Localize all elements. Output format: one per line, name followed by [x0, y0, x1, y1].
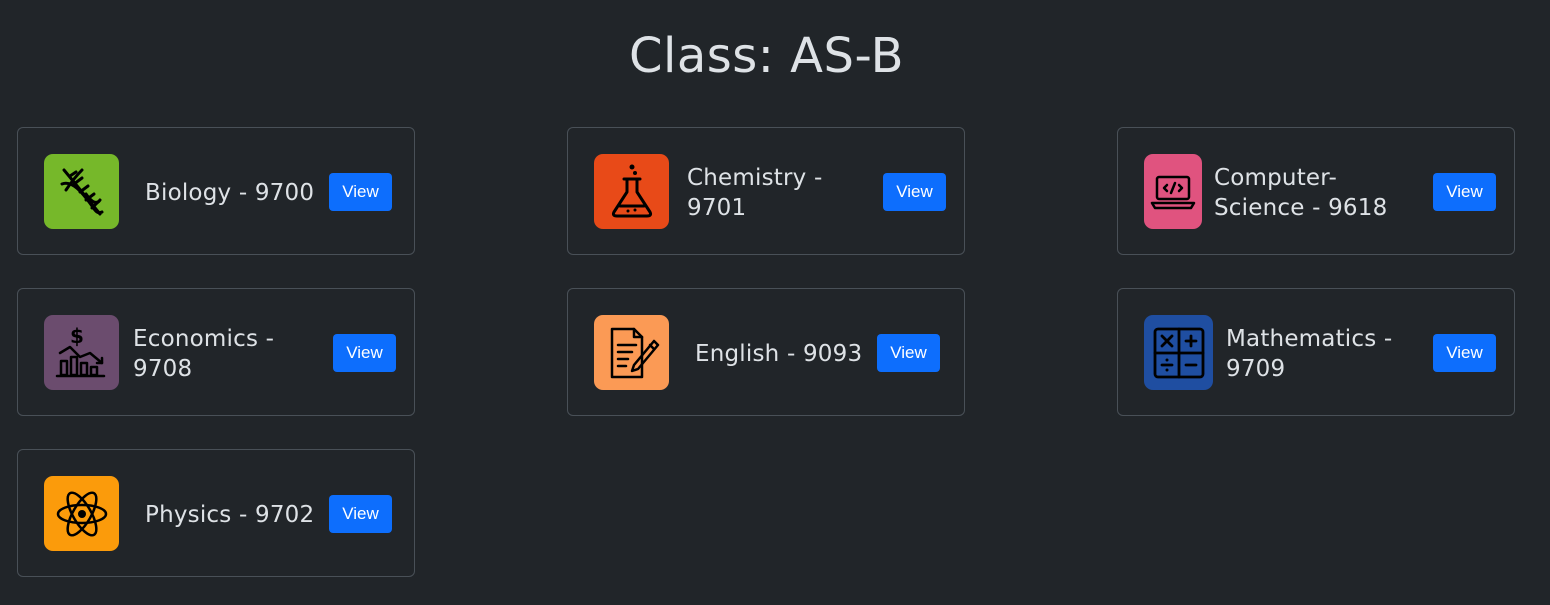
- subject-name: Economics - 9708: [133, 326, 275, 382]
- chemistry-icon-box: [594, 154, 669, 229]
- view-button-biology[interactable]: View: [329, 173, 392, 211]
- atom-icon: [56, 490, 107, 537]
- view-button-english[interactable]: View: [877, 334, 940, 372]
- subject-card-computer-science: Computer-Science - 9618 View: [1117, 127, 1515, 255]
- subject-name: Biology - 9700: [145, 180, 315, 206]
- view-button-physics[interactable]: View: [329, 495, 392, 533]
- physics-icon-box: [44, 476, 119, 551]
- biology-icon-box: [44, 154, 119, 229]
- dna-icon: [60, 168, 103, 215]
- subject-card-english: English - 9093 View: [567, 288, 965, 416]
- page-title: Class: AS-B: [628, 28, 905, 84]
- subject-name: Physics - 9702: [145, 502, 315, 528]
- subject-name: English - 9093: [695, 341, 863, 367]
- subject-name: Computer-Science - 9618: [1214, 165, 1388, 221]
- mathematics-icon-box: [1144, 315, 1213, 390]
- economics-icon-box: $: [44, 315, 119, 390]
- subject-card-physics: Physics - 9702 View: [17, 449, 415, 577]
- view-button-mathematics[interactable]: View: [1433, 334, 1496, 372]
- calculator-icon: [1153, 327, 1204, 378]
- subject-card-chemistry: Chemistry - 9701 View: [567, 127, 965, 255]
- flask-icon: [611, 164, 652, 217]
- economics-chart-icon: $: [55, 324, 105, 377]
- computer-science-icon-box: [1144, 154, 1202, 229]
- subject-name: Mathematics - 9709: [1226, 326, 1393, 382]
- view-button-economics[interactable]: View: [333, 334, 396, 372]
- english-icon-box: [594, 315, 669, 390]
- svg-text:$: $: [70, 324, 84, 348]
- document-pen-icon: [610, 327, 659, 378]
- laptop-code-icon: [1150, 175, 1196, 209]
- view-button-computer-science[interactable]: View: [1433, 173, 1496, 211]
- subject-name: Chemistry - 9701: [687, 165, 823, 221]
- view-button-chemistry[interactable]: View: [883, 173, 946, 211]
- subject-card-economics: $ Economics - 9708 View: [17, 288, 415, 416]
- subject-card-biology: Biology - 9700 View: [17, 127, 415, 255]
- subject-card-mathematics: Mathematics - 9709 View: [1117, 288, 1515, 416]
